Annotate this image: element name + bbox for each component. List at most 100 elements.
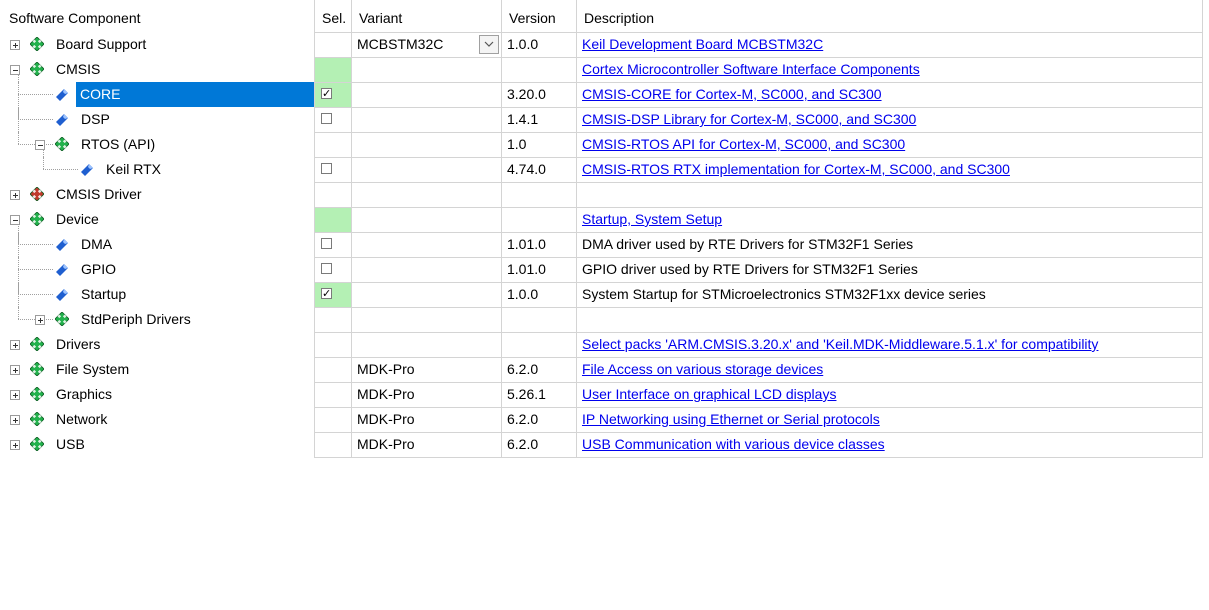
description-cell: Select packs 'ARM.CMSIS.3.20.x' and 'Kei…	[582, 332, 1200, 357]
chevron-down-icon[interactable]	[479, 35, 499, 54]
version-cell	[507, 332, 574, 357]
green-diamond-icon	[29, 386, 45, 402]
header-version[interactable]: Version	[509, 0, 556, 32]
sel-cell	[315, 232, 351, 257]
expand-icon[interactable]	[10, 190, 20, 200]
component-row[interactable]: DMA 1.01.0 DMA driver used by RTE Drivers …	[0, 232, 1203, 257]
description-link[interactable]: Keil Development Board MCBSTM32C	[582, 36, 823, 52]
component-row[interactable]: RTOS (API) 1.0 CMSIS-RTOS API for Cortex-M…	[0, 132, 1203, 157]
variant-text: MDK-Pro	[357, 411, 415, 427]
component-name[interactable]: DMA	[81, 232, 112, 257]
description-cell: Keil Development Board MCBSTM32C	[582, 32, 1200, 57]
description-link[interactable]: CMSIS-RTOS API for Cortex-M, SC000, and …	[582, 136, 905, 152]
description-cell: IP Networking using Ethernet or Serial p…	[582, 407, 1200, 432]
component-row[interactable]: Network MDK-Pro 6.2.0 IP Networking using E…	[0, 407, 1203, 432]
checkbox-checked[interactable]: ✓	[321, 288, 332, 300]
component-name[interactable]: DSP	[81, 107, 110, 132]
variant-cell	[357, 182, 499, 207]
checkbox-unchecked[interactable]	[321, 113, 332, 124]
sel-highlight	[315, 207, 351, 232]
expand-icon[interactable]	[10, 440, 20, 450]
component-name[interactable]: CMSIS	[56, 57, 100, 82]
component-row[interactable]: Device Startup, System Setup	[0, 207, 1203, 232]
variant-cell: MDK-Pro	[357, 432, 499, 457]
component-row[interactable]: CORE ✓ 3.20.0 CMSIS-CORE for Cortex-M, SC00…	[0, 82, 1203, 107]
row-divider	[314, 257, 1203, 258]
sel-cell	[315, 257, 351, 282]
description-link[interactable]: CMSIS-DSP Library for Cortex-M, SC000, a…	[582, 111, 916, 127]
variant-cell	[357, 232, 499, 257]
component-name[interactable]: CMSIS Driver	[56, 182, 142, 207]
component-row[interactable]: Board Support MCBSTM32C 1.0.0 Keil Developm…	[0, 32, 1203, 57]
component-name[interactable]: Board Support	[56, 32, 146, 57]
component-row[interactable]: GPIO 1.01.0 GPIO driver used by RTE Driver…	[0, 257, 1203, 282]
component-row[interactable]: Startup ✓ 1.0.0 System Startup for STMicroe…	[0, 282, 1203, 307]
green-diamond-icon	[29, 436, 45, 452]
header-variant[interactable]: Variant	[359, 0, 402, 32]
version-cell: 3.20.0	[507, 86, 546, 102]
description-cell: CMSIS-RTOS API for Cortex-M, SC000, and …	[582, 132, 1200, 157]
component-name[interactable]: Drivers	[56, 332, 100, 357]
description-link[interactable]: Startup, System Setup	[582, 211, 722, 227]
description-link[interactable]: USB Communication with various device cl…	[582, 436, 885, 452]
expand-icon[interactable]	[10, 340, 20, 350]
component-name[interactable]: USB	[56, 432, 85, 457]
component-name[interactable]: Startup	[81, 282, 126, 307]
component-name[interactable]: StdPeriph Drivers	[81, 307, 191, 332]
description-link[interactable]: IP Networking using Ethernet or Serial p…	[582, 411, 880, 427]
description-cell: User Interface on graphical LCD displays	[582, 382, 1200, 407]
component-row[interactable]: CMSIS Driver	[0, 182, 1203, 207]
sel-cell	[315, 157, 351, 182]
component-row[interactable]: DSP 1.4.1 CMSIS-DSP Library for Cortex-M, …	[0, 107, 1203, 132]
description-link[interactable]: CMSIS-RTOS RTX implementation for Cortex…	[582, 161, 1010, 177]
component-name[interactable]: Graphics	[56, 382, 112, 407]
component-row[interactable]: StdPeriph Drivers	[0, 307, 1203, 332]
description-link[interactable]: Cortex Microcontroller Software Interfac…	[582, 61, 920, 77]
component-name[interactable]: Network	[56, 407, 107, 432]
component-name[interactable]: Device	[56, 207, 99, 232]
component-name[interactable]: Keil RTX	[106, 157, 161, 182]
variant-cell[interactable]: MCBSTM32C	[357, 32, 499, 57]
description-link[interactable]: User Interface on graphical LCD displays	[582, 386, 836, 402]
description-cell: System Startup for STMicroelectronics ST…	[582, 282, 1200, 307]
header-software-component[interactable]: Software Component	[9, 0, 141, 32]
row-divider	[314, 457, 1203, 458]
tree-connector	[18, 94, 53, 96]
blue-gem-icon	[56, 113, 68, 126]
expand-icon[interactable]	[10, 40, 20, 50]
expand-icon[interactable]	[10, 415, 20, 425]
row-divider	[314, 57, 1203, 58]
header-description[interactable]: Description	[584, 0, 654, 32]
expand-icon[interactable]	[10, 365, 20, 375]
variant-cell	[357, 132, 499, 157]
checkbox-checked[interactable]: ✓	[321, 88, 332, 100]
version-cell: 6.2.0	[507, 361, 539, 377]
checkbox-unchecked[interactable]	[321, 263, 332, 274]
header-sel[interactable]: Sel.	[322, 0, 346, 32]
description-link[interactable]: Select packs 'ARM.CMSIS.3.20.x' and 'Kei…	[582, 336, 1098, 352]
blue-gem-icon	[56, 263, 68, 276]
component-name[interactable]: RTOS (API)	[81, 132, 155, 157]
checkbox-unchecked[interactable]	[321, 163, 332, 174]
description-link[interactable]: CMSIS-CORE for Cortex-M, SC000, and SC30…	[582, 86, 882, 102]
expand-icon[interactable]	[10, 390, 20, 400]
component-row[interactable]: File System MDK-Pro 6.2.0 File Access on va…	[0, 357, 1203, 382]
component-row[interactable]: Keil RTX 4.74.0 CMSIS-RTOS RTX implementat…	[0, 157, 1203, 182]
component-row[interactable]: USB MDK-Pro 6.2.0 USB Communication with va…	[0, 432, 1203, 457]
expand-icon[interactable]	[35, 315, 45, 325]
variant-cell	[357, 57, 499, 82]
component-name[interactable]: File System	[56, 357, 129, 382]
component-row[interactable]: Drivers Select packs 'ARM.CMSIS.3.20.x' a…	[0, 332, 1203, 357]
tree-guide	[18, 74, 20, 144]
component-row[interactable]: Graphics MDK-Pro 5.26.1 User Interface on g…	[0, 382, 1203, 407]
description-cell: GPIO driver used by RTE Drivers for STM3…	[582, 257, 1200, 282]
version-cell: 6.2.0	[507, 411, 539, 427]
description-link[interactable]: File Access on various storage devices	[582, 361, 823, 377]
checkbox-unchecked[interactable]	[321, 238, 332, 249]
component-name[interactable]: GPIO	[81, 257, 116, 282]
component-name[interactable]: CORE	[76, 82, 314, 107]
software-component-grid: Software Component Sel. Variant Version …	[0, 0, 1209, 610]
green-diamond-icon	[29, 36, 45, 52]
component-row[interactable]: CMSIS Cortex Microcontroller Software Int…	[0, 57, 1203, 82]
description-cell: DMA driver used by RTE Drivers for STM32…	[582, 232, 1200, 257]
